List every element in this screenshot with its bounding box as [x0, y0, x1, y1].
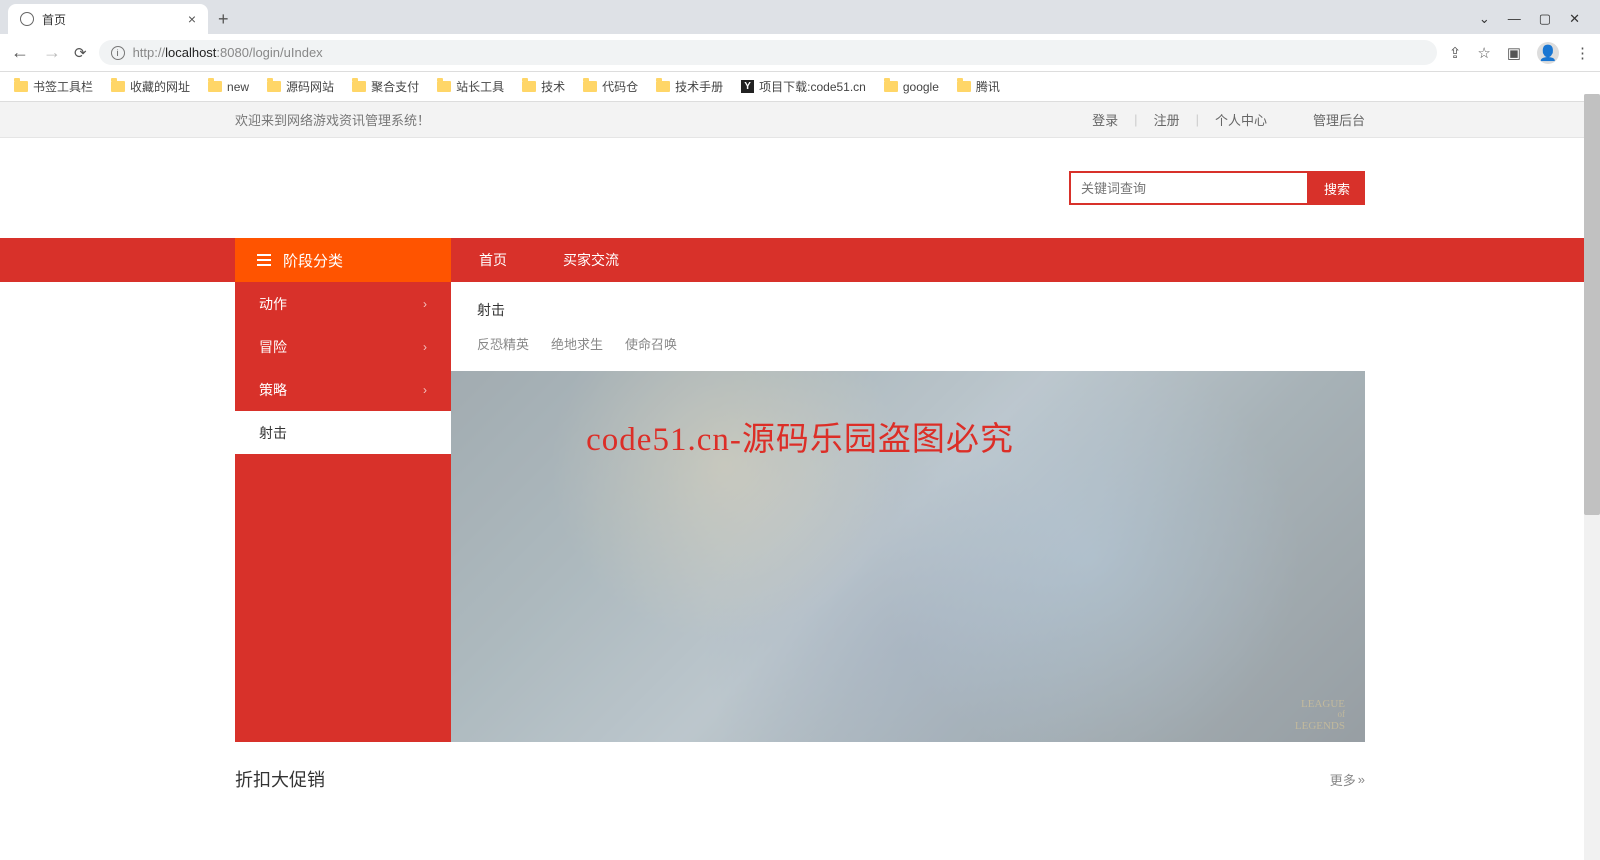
tab-bar: 首页 × + ⌄ — ▢ ✕: [0, 0, 1600, 34]
content-area: 动作 › 冒险 › 策略 › 射击 射击 反恐精英 绝地求生 使命召唤 LEAG…: [235, 282, 1365, 742]
sub-link[interactable]: 使命召唤: [625, 334, 677, 353]
folder-icon: [352, 81, 366, 92]
dropdown-icon[interactable]: ⌄: [1479, 11, 1490, 27]
site-info-icon[interactable]: i: [111, 46, 125, 60]
address-bar-icons: ⇪ ☆ ▣ 👤 ⋮: [1449, 42, 1590, 64]
chevron-right-icon: »: [1358, 772, 1365, 787]
folder-icon: [14, 81, 28, 92]
menu-icon[interactable]: ⋮: [1575, 44, 1590, 62]
profile-link[interactable]: 个人中心: [1215, 110, 1267, 129]
bookmark-item[interactable]: 代码仓: [583, 78, 638, 95]
folder-icon: [884, 81, 898, 92]
url-input[interactable]: i http://localhost:8080/login/uIndex: [99, 40, 1437, 65]
folder-icon: [583, 81, 597, 92]
register-link[interactable]: 注册: [1154, 110, 1180, 129]
promo-more-link[interactable]: 更多»: [1330, 770, 1365, 789]
folder-icon: [522, 81, 536, 92]
bookmark-item[interactable]: 收藏的网址: [111, 78, 190, 95]
maximize-icon[interactable]: ▢: [1539, 11, 1551, 27]
bookmarks-bar: 书签工具栏 收藏的网址 new 源码网站 聚合支付 站长工具 技术 代码仓 技术…: [0, 72, 1600, 102]
y-icon: Y: [741, 80, 754, 93]
bookmark-item[interactable]: 技术: [522, 78, 565, 95]
nav-links: 首页 买家交流: [451, 238, 647, 282]
category-header[interactable]: 阶段分类: [235, 238, 451, 282]
category-header-label: 阶段分类: [283, 250, 343, 271]
bookmark-item[interactable]: google: [884, 80, 939, 94]
scrollbar[interactable]: [1584, 94, 1600, 860]
globe-icon: [20, 12, 34, 26]
window-controls: ⌄ — ▢ ✕: [1479, 11, 1592, 27]
folder-icon: [208, 81, 222, 92]
banner-game-logo: LEAGUE of LEGENDS: [1295, 698, 1345, 732]
back-button[interactable]: ←: [10, 42, 30, 63]
header-row: 搜索: [0, 138, 1600, 238]
scroll-thumb[interactable]: [1584, 94, 1600, 515]
minimize-icon[interactable]: —: [1508, 11, 1521, 27]
sidebar-item-adventure[interactable]: 冒险 ›: [235, 325, 451, 368]
browser-tab[interactable]: 首页 ×: [8, 4, 208, 34]
sub-link[interactable]: 反恐精英: [477, 334, 529, 353]
bookmark-item[interactable]: 站长工具: [437, 78, 504, 95]
share-icon[interactable]: ⇪: [1449, 44, 1462, 62]
chevron-right-icon: ›: [423, 340, 427, 354]
bookmark-item[interactable]: 聚合支付: [352, 78, 419, 95]
folder-icon: [957, 81, 971, 92]
bookmark-item[interactable]: new: [208, 80, 249, 94]
reload-button[interactable]: ⟳: [74, 44, 87, 62]
utility-bar: 欢迎来到网络游戏资讯管理系统！ 登录 | 注册 | 个人中心 管理后台: [0, 102, 1600, 138]
folder-icon: [267, 81, 281, 92]
nav-buyer-chat[interactable]: 买家交流: [535, 238, 647, 282]
admin-link[interactable]: 管理后台: [1313, 110, 1365, 129]
sub-panel: 射击 反恐精英 绝地求生 使命召唤: [451, 282, 1365, 371]
nav-home[interactable]: 首页: [451, 238, 535, 282]
tab-title: 首页: [42, 11, 66, 28]
sub-panel-links: 反恐精英 绝地求生 使命召唤: [477, 334, 1339, 353]
extensions-icon[interactable]: ▣: [1507, 44, 1521, 62]
bookmark-item[interactable]: 源码网站: [267, 78, 334, 95]
tab-close-icon[interactable]: ×: [188, 11, 196, 27]
search-button[interactable]: 搜索: [1309, 171, 1365, 205]
bookmark-item[interactable]: Y项目下载:code51.cn: [741, 78, 866, 95]
sub-link[interactable]: 绝地求生: [551, 334, 603, 353]
sidebar-item-action[interactable]: 动作 ›: [235, 282, 451, 325]
welcome-text: 欢迎来到网络游戏资讯管理系统！: [235, 110, 430, 129]
sub-panel-title: 射击: [477, 300, 1339, 320]
sidebar-item-strategy[interactable]: 策略 ›: [235, 368, 451, 411]
promo-title: 折扣大促销: [235, 766, 325, 792]
utility-links: 登录 | 注册 | 个人中心 管理后台: [1092, 110, 1365, 129]
new-tab-button[interactable]: +: [218, 9, 229, 30]
profile-avatar-icon[interactable]: 👤: [1537, 42, 1559, 64]
bookmark-star-icon[interactable]: ☆: [1477, 44, 1490, 62]
browser-chrome: 首页 × + ⌄ — ▢ ✕ ← → ⟳ i http://localhost:…: [0, 0, 1600, 102]
close-icon[interactable]: ✕: [1569, 11, 1580, 27]
folder-icon: [111, 81, 125, 92]
folder-icon: [656, 81, 670, 92]
folder-icon: [437, 81, 451, 92]
bookmark-item[interactable]: 腾讯: [957, 78, 1000, 95]
hamburger-icon: [257, 254, 271, 266]
promo-section: 折扣大促销 更多»: [235, 758, 1365, 800]
main-nav: 阶段分类 首页 买家交流: [0, 238, 1600, 282]
category-sidebar: 动作 › 冒险 › 策略 › 射击: [235, 282, 451, 742]
chevron-right-icon: ›: [423, 383, 427, 397]
search-box: 搜索: [1069, 171, 1365, 205]
search-input[interactable]: [1069, 171, 1309, 205]
login-link[interactable]: 登录: [1092, 110, 1118, 129]
address-bar: ← → ⟳ i http://localhost:8080/login/uInd…: [0, 34, 1600, 72]
bookmark-item[interactable]: 书签工具栏: [14, 78, 93, 95]
bookmark-item[interactable]: 技术手册: [656, 78, 723, 95]
forward-button[interactable]: →: [42, 42, 62, 63]
chevron-right-icon: ›: [423, 297, 427, 311]
